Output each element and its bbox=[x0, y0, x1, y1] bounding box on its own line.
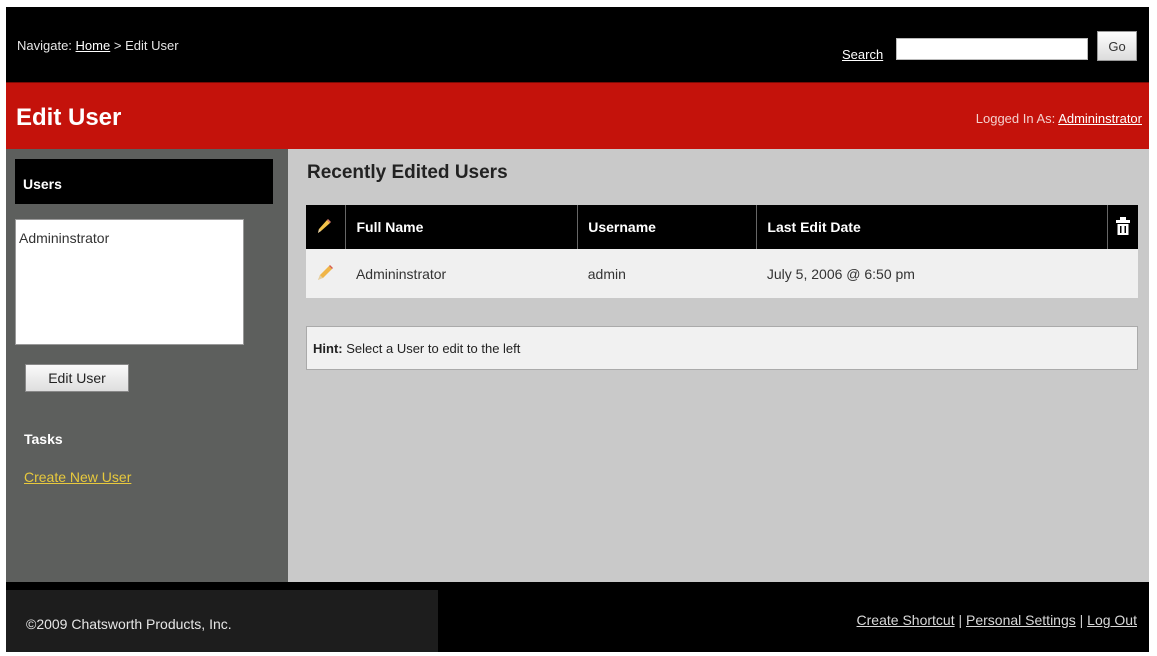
row-username: admin bbox=[577, 249, 757, 298]
delete-column-header bbox=[1107, 205, 1138, 249]
user-listbox[interactable]: Admininstrator bbox=[15, 219, 244, 345]
hint-label: Hint: bbox=[313, 341, 343, 356]
copyright-panel: ©2009 Chatsworth Products, Inc. bbox=[6, 590, 438, 652]
logged-in-label: Logged In As: bbox=[975, 111, 1056, 126]
table-header-row: Full Name Username Last Edit Date bbox=[306, 205, 1138, 249]
log-out-link[interactable]: Log Out bbox=[1087, 612, 1137, 628]
page-header: Edit User Logged In As: Admininstrator bbox=[6, 82, 1149, 150]
create-shortcut-link[interactable]: Create Shortcut bbox=[857, 612, 955, 628]
search-input[interactable] bbox=[896, 38, 1088, 60]
hint-box: Hint: Select a User to edit to the left bbox=[306, 326, 1138, 370]
pencil-icon bbox=[318, 218, 331, 233]
last-edit-column-header[interactable]: Last Edit Date bbox=[756, 205, 1108, 249]
footer: ©2009 Chatsworth Products, Inc. Create S… bbox=[6, 582, 1149, 652]
edit-user-button[interactable]: Edit User bbox=[25, 364, 129, 392]
top-nav-bar: Navigate: Home > Edit User Search Go bbox=[6, 7, 1149, 82]
footer-separator: | bbox=[1079, 612, 1084, 628]
logged-in-user-link[interactable]: Admininstrator bbox=[1058, 111, 1142, 126]
row-last-edit: July 5, 2006 @ 6:50 pm bbox=[756, 249, 1108, 298]
hint-text: Select a User to edit to the left bbox=[346, 341, 521, 356]
logged-in-status: Logged In As: Admininstrator bbox=[976, 111, 1142, 126]
personal-settings-link[interactable]: Personal Settings bbox=[966, 612, 1076, 628]
recent-users-title: Recently Edited Users bbox=[307, 162, 508, 183]
sidebar: Users Admininstrator Edit User Tasks Cre… bbox=[6, 149, 288, 582]
breadcrumb-home-link[interactable]: Home bbox=[76, 38, 111, 53]
app-window: Navigate: Home > Edit User Search Go Edi… bbox=[6, 7, 1149, 652]
trash-icon bbox=[1115, 216, 1130, 235]
pencil-icon[interactable] bbox=[316, 263, 334, 281]
footer-links: Create Shortcut | Personal Settings | Lo… bbox=[857, 612, 1137, 628]
full-name-column-header[interactable]: Full Name bbox=[345, 205, 579, 249]
table-row[interactable]: Admininstrator admin July 5, 2006 @ 6:50… bbox=[306, 249, 1138, 298]
search-link[interactable]: Search bbox=[842, 47, 883, 62]
copyright-text: ©2009 Chatsworth Products, Inc. bbox=[26, 616, 232, 632]
breadcrumb-prefix: Navigate: bbox=[17, 38, 72, 53]
row-edit-cell[interactable] bbox=[306, 249, 346, 298]
breadcrumb-current: Edit User bbox=[125, 38, 179, 53]
user-list-item[interactable]: Admininstrator bbox=[19, 230, 240, 246]
tasks-section-title: Tasks bbox=[24, 431, 63, 447]
username-column-header[interactable]: Username bbox=[577, 205, 758, 249]
edit-column-header bbox=[306, 205, 347, 249]
recent-users-table: Full Name Username Last Edit Date Admini… bbox=[306, 205, 1138, 298]
create-new-user-link[interactable]: Create New User bbox=[24, 469, 131, 485]
breadcrumb-separator: > bbox=[113, 38, 122, 53]
go-button[interactable]: Go bbox=[1097, 31, 1137, 61]
breadcrumb: Navigate: Home > Edit User bbox=[17, 38, 179, 53]
row-full-name: Admininstrator bbox=[345, 249, 578, 298]
main-content: Recently Edited Users Full Name Username… bbox=[288, 149, 1149, 582]
users-section-title: Users bbox=[15, 159, 273, 204]
footer-separator: | bbox=[958, 612, 963, 628]
page-title: Edit User bbox=[16, 104, 122, 131]
row-delete-cell[interactable] bbox=[1107, 249, 1138, 298]
